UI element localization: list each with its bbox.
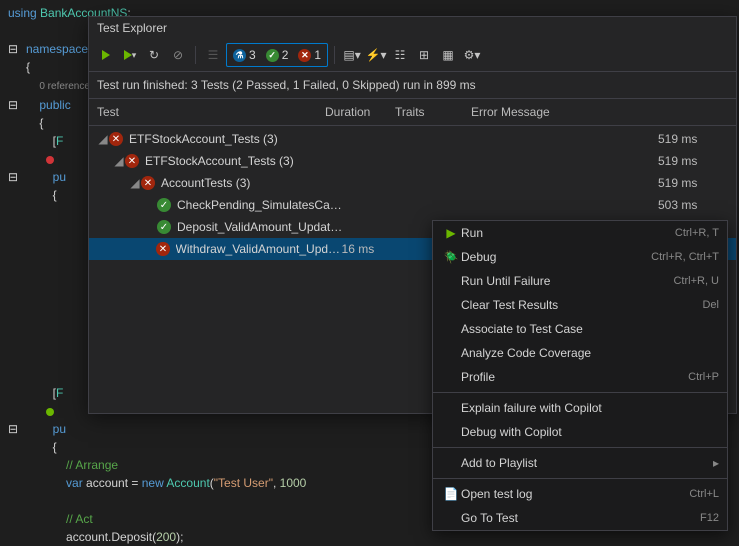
passed-counter[interactable]: ✓2: [262, 46, 293, 64]
fail-icon: ✕: [125, 154, 139, 168]
test-label: Deposit_ValidAmount_Updates...: [177, 220, 343, 234]
status-line: Test run finished: 3 Tests (2 Passed, 1 …: [89, 72, 736, 99]
menu-associate[interactable]: Associate to Test Case: [433, 317, 727, 341]
gutter-fail-icon: [46, 156, 54, 164]
menu-run-until-failure[interactable]: Run Until FailureCtrl+R, U: [433, 269, 727, 293]
context-menu: ▶RunCtrl+R, T 🪲DebugCtrl+R, Ctrl+T Run U…: [432, 220, 728, 531]
col-traits[interactable]: Traits: [395, 105, 471, 119]
counter-group: ⚗3 ✓2 ✕1: [226, 43, 328, 67]
total-counter[interactable]: ⚗3: [229, 46, 260, 64]
layout2-button[interactable]: ⊞: [413, 44, 435, 66]
menu-debug-copilot[interactable]: Debug with Copilot: [433, 420, 727, 444]
chevron-down-icon[interactable]: ◢: [113, 154, 125, 168]
test-duration: 16 ms: [342, 242, 412, 256]
chevron-down-icon[interactable]: ◢: [129, 176, 141, 190]
failed-counter[interactable]: ✕1: [294, 46, 325, 64]
menu-coverage[interactable]: Analyze Code Coverage: [433, 341, 727, 365]
fail-icon: ✕: [109, 132, 123, 146]
test-duration: 519 ms: [658, 132, 728, 146]
panel-title: Test Explorer: [89, 17, 736, 39]
test-duration: 503 ms: [658, 198, 728, 212]
trigger-button[interactable]: ⚡▾: [365, 44, 387, 66]
col-duration[interactable]: Duration: [325, 105, 395, 119]
layout1-button[interactable]: ☷: [389, 44, 411, 66]
toolbar: ▾ ↻ ⊘ ☰ ⚗3 ✓2 ✕1 ▤▾ ⚡▾ ☷ ⊞ ▦ ⚙▾: [89, 39, 736, 72]
menu-profile[interactable]: ProfileCtrl+P: [433, 365, 727, 389]
menu-open-log[interactable]: 📄Open test logCtrl+L: [433, 482, 727, 506]
run-all-button[interactable]: [95, 44, 117, 66]
fail-icon: ✕: [141, 176, 155, 190]
menu-clear[interactable]: Clear Test ResultsDel: [433, 293, 727, 317]
cancel-button[interactable]: ⊘: [167, 44, 189, 66]
test-node[interactable]: ◢✕ ETFStockAccount_Tests (3) 519 ms: [89, 128, 736, 150]
test-label: AccountTests (3): [161, 176, 343, 190]
test-node[interactable]: ◢✕ ETFStockAccount_Tests (3) 519 ms: [89, 150, 736, 172]
col-test[interactable]: Test: [97, 105, 325, 119]
x-icon: ✕: [298, 49, 311, 62]
test-duration: 519 ms: [658, 176, 728, 190]
test-label: CheckPending_SimulatesCalcul...: [177, 198, 343, 212]
layout3-button[interactable]: ▦: [437, 44, 459, 66]
test-label: ETFStockAccount_Tests (3): [145, 154, 343, 168]
test-label: Withdraw_ValidAmount_Update...: [176, 242, 342, 256]
test-node[interactable]: ✓ CheckPending_SimulatesCalcul... 503 ms: [89, 194, 736, 216]
check-icon: ✓: [266, 49, 279, 62]
test-duration: 519 ms: [658, 154, 728, 168]
chevron-down-icon[interactable]: ◢: [97, 132, 109, 146]
menu-goto-test[interactable]: Go To TestF12: [433, 506, 727, 530]
run-button[interactable]: ▾: [119, 44, 141, 66]
log-icon: 📄: [441, 487, 461, 501]
menu-add-playlist[interactable]: Add to Playlist▸: [433, 451, 727, 475]
play-icon: ▶: [441, 226, 461, 240]
filter-button[interactable]: ☰: [202, 44, 224, 66]
pass-icon: ✓: [157, 220, 171, 234]
test-node[interactable]: ◢✕ AccountTests (3) 519 ms: [89, 172, 736, 194]
repeat-button[interactable]: ↻: [143, 44, 165, 66]
bug-icon: 🪲: [441, 250, 461, 264]
gutter-pass-icon: [46, 408, 54, 416]
menu-explain-copilot[interactable]: Explain failure with Copilot: [433, 396, 727, 420]
fail-icon: ✕: [156, 242, 169, 256]
playlist-button[interactable]: ▤▾: [341, 44, 363, 66]
test-label: ETFStockAccount_Tests (3): [129, 132, 343, 146]
pass-icon: ✓: [157, 198, 171, 212]
flask-icon: ⚗: [233, 49, 246, 62]
chevron-right-icon: ▸: [713, 456, 719, 470]
menu-debug[interactable]: 🪲DebugCtrl+R, Ctrl+T: [433, 245, 727, 269]
column-headers: Test Duration Traits Error Message: [89, 99, 736, 126]
col-error[interactable]: Error Message: [471, 105, 728, 119]
menu-run[interactable]: ▶RunCtrl+R, T: [433, 221, 727, 245]
settings-button[interactable]: ⚙▾: [461, 44, 483, 66]
